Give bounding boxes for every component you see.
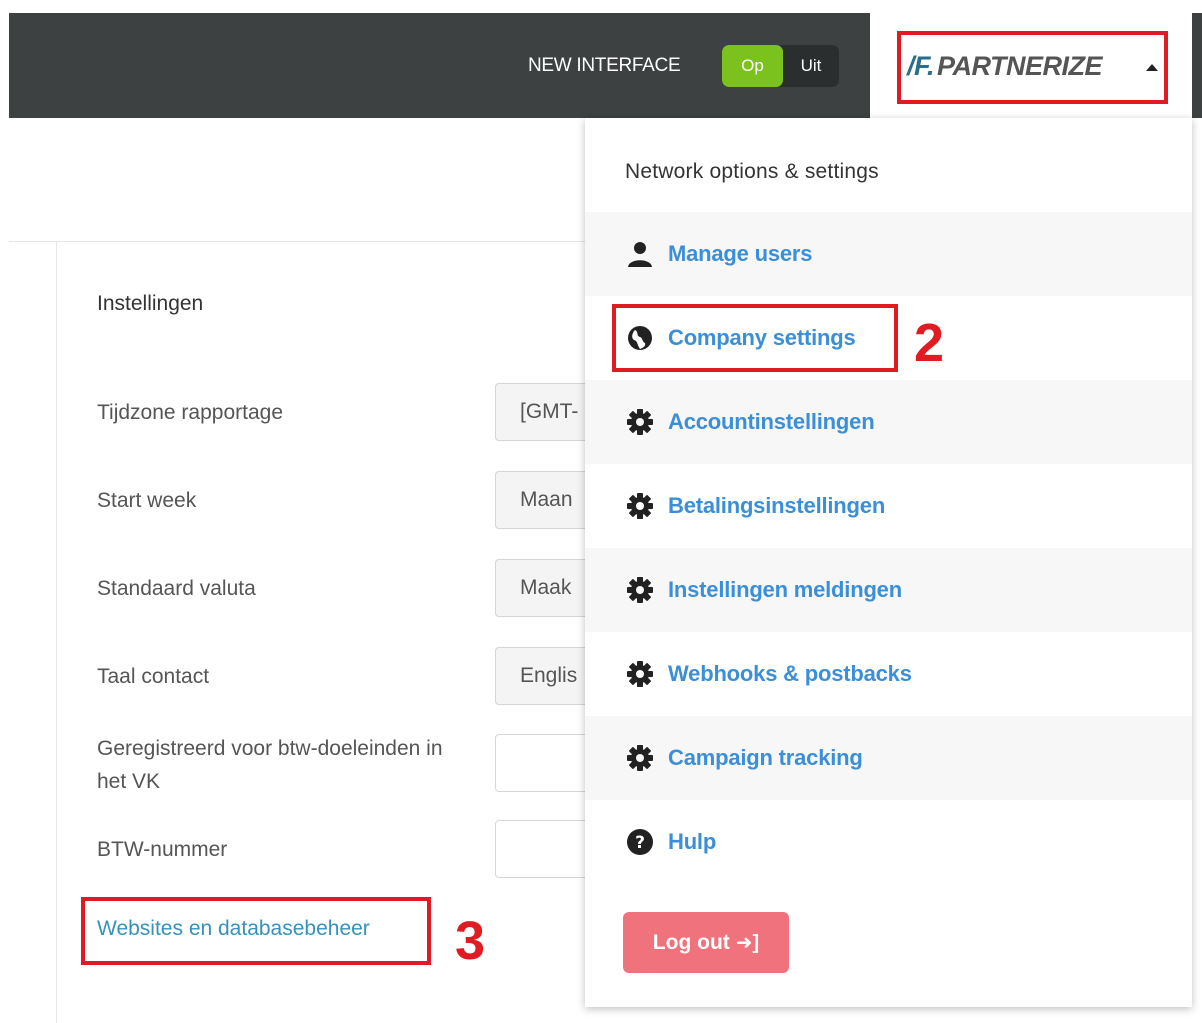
gear-icon	[625, 659, 655, 689]
menu-item-label: Instellingen meldingen	[668, 577, 902, 602]
label-vat-registered-line2: het VK	[97, 770, 161, 793]
label-contact-language: Taal contact	[97, 665, 210, 688]
menu-item-label: Betalingsinstellingen	[668, 493, 886, 518]
svg-text:?: ?	[635, 833, 645, 853]
logout-label: Log out	[652, 930, 730, 954]
highlight-box-2	[612, 304, 898, 372]
gear-icon	[625, 491, 655, 521]
menu-item-label: Hulp	[668, 829, 717, 854]
highlight-box-1	[897, 31, 1168, 104]
gear-icon	[625, 407, 655, 437]
highlight-box-3	[81, 897, 431, 965]
divider	[9, 241, 589, 242]
menu-item-webhooks[interactable]: Webhooks & postbacks	[585, 632, 1192, 716]
account-dropdown-menu: Network options & settings Manage users …	[585, 118, 1192, 1007]
label-default-currency: Standaard valuta	[97, 577, 256, 600]
toggle-off-option[interactable]: Uit	[783, 45, 839, 87]
menu-item-label: Accountinstellingen	[668, 409, 875, 434]
menu-item-label: Campaign tracking	[668, 745, 863, 770]
logout-icon: ➜]	[735, 932, 760, 954]
gear-icon	[625, 575, 655, 605]
new-interface-toggle[interactable]: Op Uit	[722, 45, 839, 87]
menu-item-label: Webhooks & postbacks	[668, 661, 912, 686]
top-bar-edge	[1192, 13, 1202, 118]
menu-item-notification-settings[interactable]: Instellingen meldingen	[585, 548, 1192, 632]
user-icon	[625, 239, 655, 269]
toggle-on-option[interactable]: Op	[722, 45, 783, 87]
dropdown-header: Network options & settings	[625, 160, 879, 183]
callout-number-2: 2	[914, 313, 945, 373]
callout-number-3: 3	[455, 911, 486, 971]
gear-icon	[625, 743, 655, 773]
menu-item-manage-users[interactable]: Manage users	[585, 212, 1192, 296]
menu-item-campaign-tracking[interactable]: Campaign tracking	[585, 716, 1192, 800]
panel-border	[56, 242, 57, 1023]
section-title: Instellingen	[97, 292, 204, 315]
help-icon: ?	[625, 827, 655, 857]
menu-item-account-settings[interactable]: Accountinstellingen	[585, 380, 1192, 464]
label-vat-number: BTW-nummer	[97, 838, 228, 861]
menu-item-label: Manage users	[668, 241, 813, 266]
menu-item-payment-settings[interactable]: Betalingsinstellingen	[585, 464, 1192, 548]
logout-button[interactable]: Log out ➜]	[623, 912, 789, 973]
label-timezone: Tijdzone rapportage	[97, 401, 284, 424]
menu-item-help[interactable]: ? Hulp	[585, 800, 1192, 884]
label-vat-registered: Geregistreerd voor btw-doeleinden in	[97, 737, 443, 760]
new-interface-label: NEW INTERFACE	[528, 55, 681, 76]
label-start-week: Start week	[97, 489, 197, 512]
